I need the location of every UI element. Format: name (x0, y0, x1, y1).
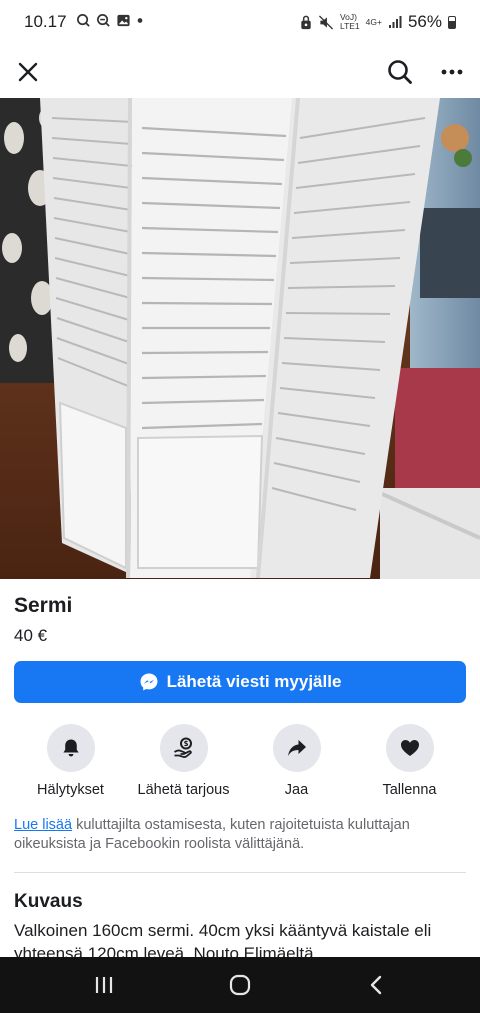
offer-icon (173, 737, 192, 758)
save-button[interactable] (385, 724, 434, 772)
status-time: 10.17 (24, 12, 67, 31)
send-offer-action[interactable]: Lähetä tarjous (127, 724, 240, 804)
share-action[interactable]: Jaa (240, 724, 353, 804)
alerts-button[interactable] (46, 724, 95, 772)
share-icon (287, 740, 306, 756)
close-button[interactable] (10, 54, 46, 90)
heart-icon (400, 740, 419, 756)
send-offer-button[interactable] (159, 724, 208, 772)
search-notification-icon (97, 14, 110, 27)
notification-icons (76, 13, 144, 28)
status-bar: 10.17 VoJ) LTE1 4G+ 56% (0, 0, 480, 46)
navigation-bar (0, 957, 480, 1013)
description-heading: Kuvaus (14, 891, 83, 912)
listing-photo[interactable] (0, 98, 480, 579)
save-action[interactable]: Tallenna (353, 724, 466, 804)
home-icon (229, 974, 251, 996)
generation-label: 4G+ (365, 16, 382, 27)
description-text: Valkoinen 160cm sermi. 40cm yksi kääntyv… (14, 921, 432, 957)
action-row: Hälytykset Lähetä tarjous Jaa Tallenna (14, 724, 466, 804)
mute-icon (318, 14, 334, 30)
gallery-notification-icon (117, 14, 130, 27)
divider (14, 872, 466, 873)
consumer-info: Lue lisää kuluttajilta ostamisesta, kute… (14, 816, 466, 854)
share-label: Jaa (284, 782, 309, 798)
listing-title: Sermi (14, 594, 73, 617)
message-seller-label: Lähetä viesti myyjälle (166, 672, 342, 691)
search-notification-icon (77, 14, 90, 27)
battery-percentage: 56% (407, 12, 442, 31)
recent-apps-icon (95, 977, 113, 993)
network-bottom: LTE1 (339, 21, 360, 31)
messenger-icon (140, 673, 158, 691)
listing-image (0, 98, 480, 579)
signal-icon (388, 16, 402, 28)
home-button[interactable] (210, 965, 270, 1005)
app-bar (0, 46, 480, 98)
search-button[interactable] (382, 54, 418, 90)
learn-more-link[interactable]: Lue lisää (14, 817, 72, 833)
status-icons: VoJ) LTE1 4G+ 56% (300, 12, 456, 32)
close-icon (18, 62, 38, 82)
battery-icon (448, 15, 456, 29)
more-icon (441, 69, 463, 75)
listing-price: 40 € (14, 626, 48, 645)
search-icon (388, 60, 412, 84)
consumer-info-text: kuluttajilta ostamisesta, kuten rajoitet… (14, 817, 410, 852)
bell-icon (62, 739, 79, 757)
send-offer-label: Lähetä tarjous (137, 782, 230, 798)
network-type: VoJ) LTE1 (340, 13, 360, 31)
message-seller-button[interactable]: Lähetä viesti myyjälle (14, 661, 466, 703)
share-button[interactable] (272, 724, 321, 772)
recent-apps-button[interactable] (74, 965, 134, 1005)
lock-status-icon (301, 15, 311, 29)
dot-icon (137, 18, 143, 23)
alerts-label: Hälytykset (37, 782, 104, 798)
save-label: Tallenna (382, 782, 437, 798)
more-options-button[interactable] (434, 54, 470, 90)
back-button[interactable] (346, 965, 406, 1005)
back-icon (370, 975, 382, 995)
alerts-action[interactable]: Hälytykset (14, 724, 127, 804)
